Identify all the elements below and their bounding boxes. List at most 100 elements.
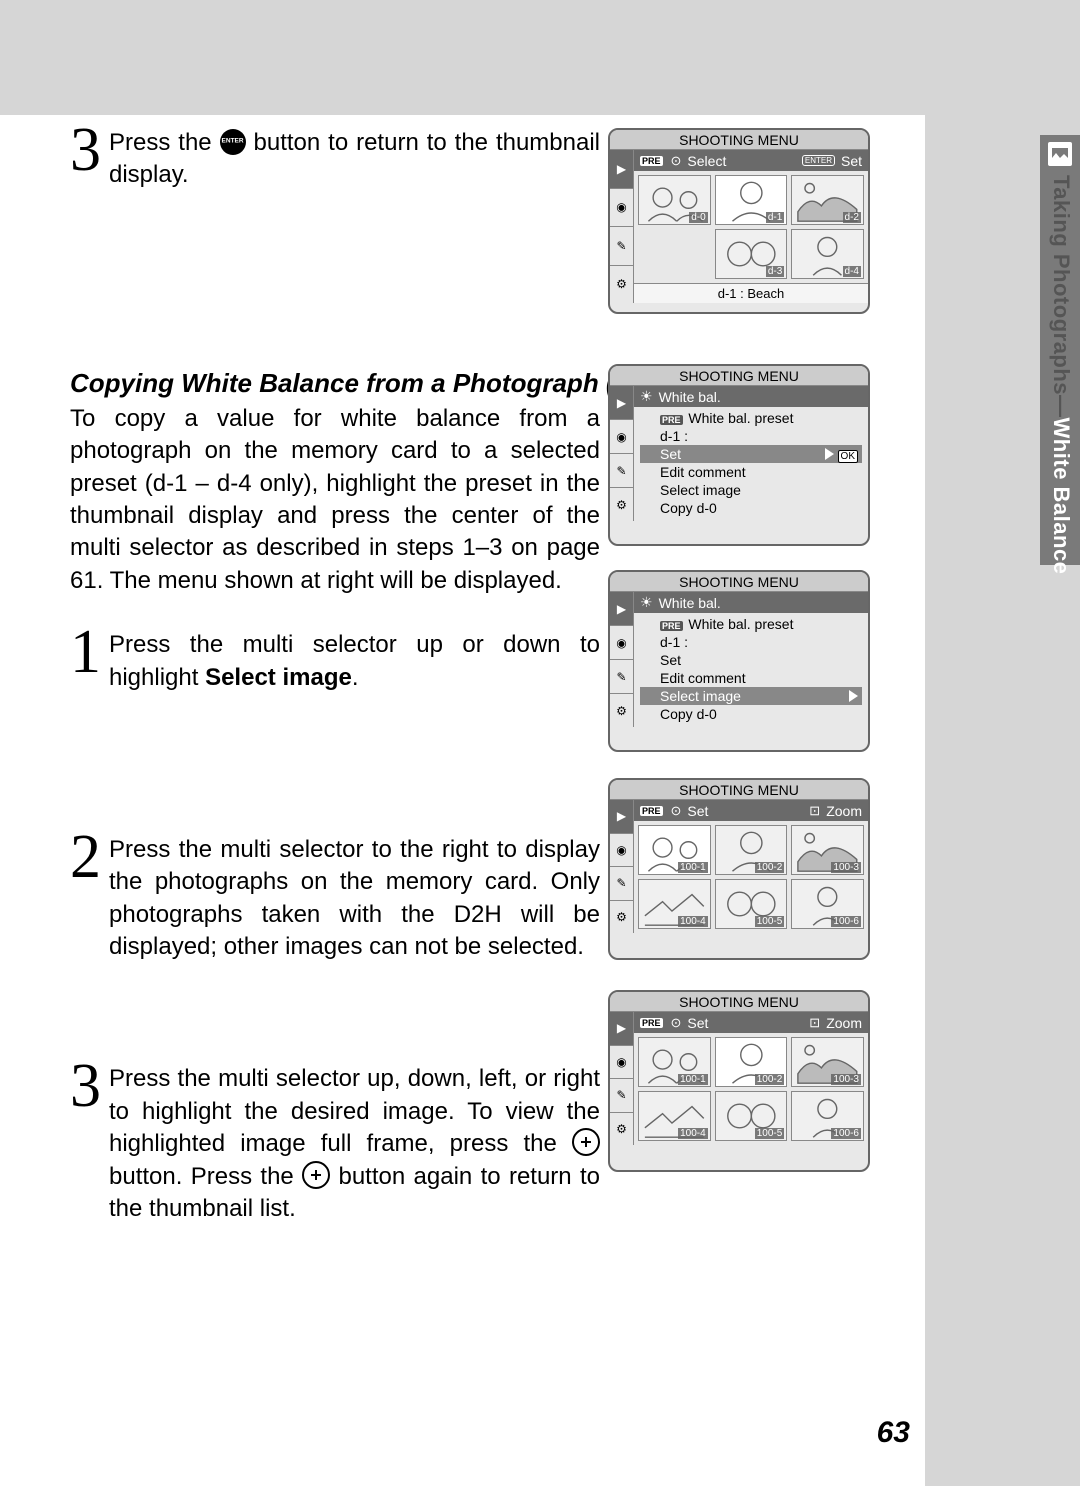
menu-item: Copy d-0 — [640, 499, 862, 517]
label: White bal. preset — [688, 616, 793, 632]
screen-title: SHOOTING MENU — [610, 130, 868, 150]
camera-icon: ◉ — [610, 419, 634, 453]
camera-screen-menu-set: SHOOTING MENU ▶ ◉ ✎ ⚙ ☀ White bal. PRE W… — [608, 364, 870, 546]
menu-row: d-1 : — [640, 633, 862, 651]
wrench-icon: ⚙ — [610, 1112, 634, 1146]
thumbnail: 100-5 — [715, 1091, 788, 1141]
menu-row: d-1 : — [640, 427, 862, 445]
bar: ☀ White bal. — [634, 386, 868, 407]
dot-icon — [671, 802, 682, 819]
label: White bal. — [659, 595, 721, 611]
thumbnail: 100-4 — [638, 879, 711, 929]
screen-title: SHOOTING MENU — [610, 366, 868, 386]
thumbnail: 100-2 — [715, 1037, 788, 1087]
menu-item: Edit comment — [640, 463, 862, 481]
text: button. Press the — [109, 1163, 302, 1190]
step-text: Press the multi selector up, down, left,… — [109, 1061, 600, 1225]
screen-toolbar: PRE Select ENTERSet — [634, 150, 868, 171]
side-label-white: White Balance — [1049, 418, 1074, 575]
side-label: Taking Photographs—White Balance — [1048, 175, 1074, 574]
thumbnail — [638, 229, 711, 279]
thumb-grid: d-0d-1d-2d-3d-4 — [634, 171, 868, 283]
label: Set — [687, 1015, 708, 1031]
pencil-icon: ✎ — [610, 659, 634, 693]
label: Zoom — [826, 1015, 862, 1031]
camera-icon: ◉ — [610, 625, 634, 659]
thumbnail: 100-3 — [791, 825, 864, 875]
label: Zoom — [826, 803, 862, 819]
menu-item: Select image — [640, 687, 862, 705]
pre-badge: PRE — [640, 1018, 663, 1028]
screen-title: SHOOTING MENU — [610, 780, 868, 800]
intro-step: 3 Press the button to return to the thum… — [70, 125, 600, 192]
step-text: Press the button to return to the thumbn… — [109, 125, 600, 192]
zoom-badge-icon — [809, 1014, 820, 1031]
label: Set — [687, 803, 708, 819]
camera-screen-images-2: SHOOTING MENU ▶ ◉ ✎ ⚙ PRE Set Zoom 100-1… — [608, 990, 870, 1172]
thumbnail: d-0 — [638, 175, 711, 225]
screen-title: SHOOTING MENU — [610, 572, 868, 592]
side-label-dark: Taking Photographs— — [1049, 175, 1074, 418]
pencil-icon: ✎ — [610, 1078, 634, 1112]
caption: d-1 : Beach — [634, 283, 868, 303]
play-icon: ▶ — [610, 592, 634, 625]
thumbnail: 100-1 — [638, 825, 711, 875]
step-text: Press the multi selector up or down to h… — [109, 627, 600, 694]
step-number: 3 — [70, 1055, 101, 1117]
label: White bal. — [659, 389, 721, 405]
menu-items: Set OKEdit commentSelect imageCopy d-0 — [640, 445, 862, 517]
thumbnail: 100-6 — [791, 1091, 864, 1141]
step-number: 3 — [70, 119, 101, 181]
menu-item: Copy d-0 — [640, 705, 862, 723]
screen-toolbar: PRE Set Zoom — [634, 800, 868, 821]
bold-text: Select image — [205, 664, 352, 691]
enter-badge: ENTER — [802, 155, 835, 166]
step-1: 1 Press the multi selector up or down to… — [70, 627, 600, 694]
menu-items: SetEdit commentSelect imageCopy d-0 — [640, 651, 862, 723]
top-gray-bar — [0, 0, 1080, 115]
playback-icon — [1048, 142, 1072, 166]
label: Set — [841, 153, 862, 169]
menu-list: PRE White bal. preset d-1 : SetEdit comm… — [634, 613, 868, 727]
thumbnail: d-1 — [715, 175, 788, 225]
label: Select — [687, 153, 726, 169]
camera-icon: ◉ — [610, 1045, 634, 1079]
pencil-icon: ✎ — [610, 453, 634, 487]
menu-row: PRE White bal. preset — [640, 615, 862, 633]
camera-screen-images-1: SHOOTING MENU ▶ ◉ ✎ ⚙ PRE Set Zoom 100-1… — [608, 778, 870, 960]
step-text: Press the multi selector to the right to… — [109, 832, 600, 964]
dot-icon — [671, 152, 682, 169]
text: Press the multi selector up, down, left,… — [109, 1065, 600, 1157]
camera-screen-thumbnails: SHOOTING MENU ▶ ◉ ✎ ⚙ PRE Select ENTERSe… — [608, 128, 870, 314]
wrench-icon: ⚙ — [610, 693, 634, 727]
wrench-icon: ⚙ — [610, 900, 634, 934]
menu-item: Select image — [640, 481, 862, 499]
play-icon: ▶ — [610, 800, 634, 833]
pencil-icon: ✎ — [610, 866, 634, 900]
thumbnail: 100-4 — [638, 1091, 711, 1141]
play-icon: ▶ — [610, 150, 634, 188]
wb-icon: ☀ — [640, 594, 653, 611]
screen-title: SHOOTING MENU — [610, 992, 868, 1012]
thumb-grid: 100-1100-2100-3100-4100-5100-6 — [634, 1033, 868, 1145]
text: . — [352, 664, 359, 691]
wrench-icon: ⚙ — [610, 487, 634, 521]
step-3: 3 Press the multi selector up, down, lef… — [70, 1061, 600, 1225]
step-number: 1 — [70, 621, 101, 683]
intro-paragraph: To copy a value for white balance from a… — [70, 403, 600, 597]
camera-screen-menu-select-image: SHOOTING MENU ▶ ◉ ✎ ⚙ ☀ White bal. PRE W… — [608, 570, 870, 752]
thumb-grid: 100-1100-2100-3100-4100-5100-6 — [634, 821, 868, 933]
step-number: 2 — [70, 826, 101, 888]
thumbnail: d-2 — [791, 175, 864, 225]
zoom-icon — [572, 1128, 600, 1156]
page-number: 63 — [877, 1416, 910, 1450]
thumbnail: 100-6 — [791, 879, 864, 929]
step-2: 2 Press the multi selector to the right … — [70, 832, 600, 964]
thumbnail: 100-2 — [715, 825, 788, 875]
thumbnail: 100-3 — [791, 1037, 864, 1087]
thumbnail: d-4 — [791, 229, 864, 279]
zoom-badge-icon — [809, 802, 820, 819]
pre-badge: PRE — [640, 806, 663, 816]
menu-item: Edit comment — [640, 669, 862, 687]
text: Press the multi selector to the right to… — [109, 836, 600, 960]
